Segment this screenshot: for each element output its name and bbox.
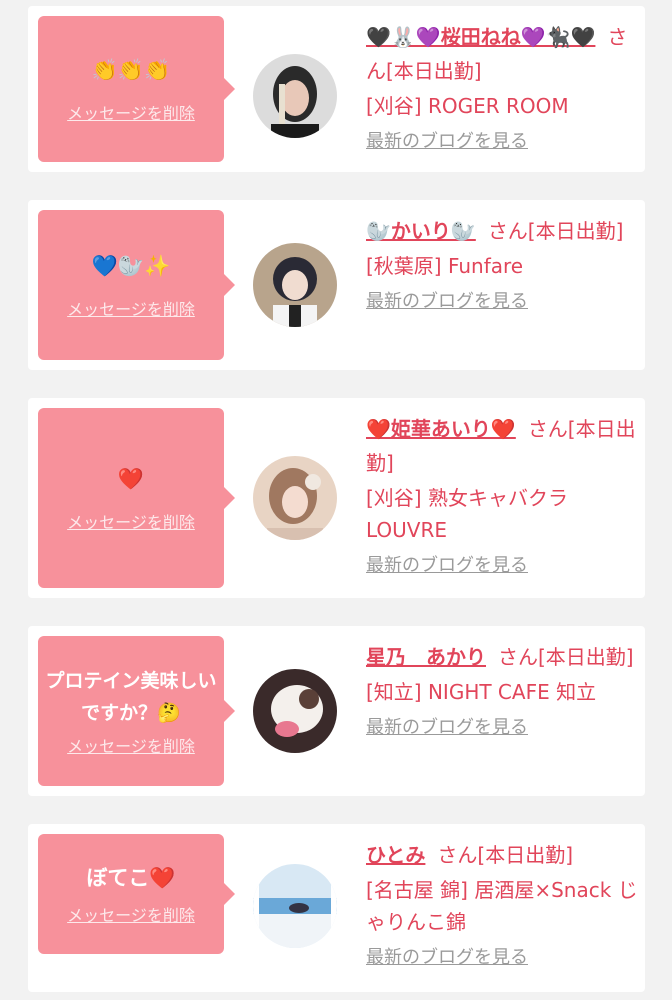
message-bubble: プロテイン美味しいですか？🤔 メッセージを削除 xyxy=(38,636,235,786)
delete-message-link[interactable]: メッセージを削除 xyxy=(67,296,195,320)
avatar[interactable] xyxy=(253,669,337,753)
girl-card: ❤️ メッセージを削除 ❤️姫華あいり❤️ さん[本日出勤] [刈谷] 熟女キャバ… xyxy=(28,398,645,598)
girl-card: ぼてこ❤️ メッセージを削除 ひとみ さん[本日出勤] [名古屋 錦] 居酒屋×S… xyxy=(28,824,645,992)
girl-info: ひとみ さん[本日出勤] [名古屋 錦] 居酒屋×Snack じゃりんこ錦 最新の… xyxy=(366,838,638,972)
shop-text: [刈谷] ROGER ROOM xyxy=(366,94,569,118)
status-text: さん[本日出勤] xyxy=(487,219,624,243)
avatar-photo xyxy=(253,54,337,138)
avatar[interactable] xyxy=(253,54,337,138)
message-bubble: ぼてこ❤️ メッセージを削除 xyxy=(38,834,235,954)
avatar-photo xyxy=(253,243,337,327)
delete-message-link[interactable]: メッセージを削除 xyxy=(67,100,195,124)
avatar-photo xyxy=(253,456,337,540)
girl-info: 星乃 あかり さん[本日出勤] [知立] NIGHT CAFE 知立 最新のブログ… xyxy=(366,640,638,742)
girl-info: ❤️姫華あいり❤️ さん[本日出勤] [刈谷] 熟女キャバクラ LOUVRE 最新… xyxy=(366,412,638,580)
girl-card: プロテイン美味しいですか？🤔 メッセージを削除 星乃 あかり さん[本日出勤] [… xyxy=(28,626,645,796)
message-text: プロテイン美味しいですか？🤔 xyxy=(45,670,217,724)
latest-blog-link[interactable]: 最新のブログを見る xyxy=(366,714,528,742)
delete-message-link[interactable]: メッセージを削除 xyxy=(67,509,195,533)
avatar[interactable] xyxy=(253,864,337,948)
delete-message-link[interactable]: メッセージを削除 xyxy=(67,733,195,757)
shop-text: [刈谷] 熟女キャバクラ LOUVRE xyxy=(366,486,568,542)
message-bubble: 👏👏👏 メッセージを削除 xyxy=(38,16,235,162)
avatar[interactable] xyxy=(253,243,337,327)
girl-name-link[interactable]: ひとみ xyxy=(366,843,425,867)
girl-card: 💙🦭✨ メッセージを削除 🦭かいり🦭 さん[本日出勤] [秋葉原] Funfare… xyxy=(28,200,645,370)
girl-name-link[interactable]: 星乃 あかり xyxy=(366,645,486,669)
girl-info: 🦭かいり🦭 さん[本日出勤] [秋葉原] Funfare 最新のブログを見る xyxy=(366,214,638,316)
girl-name-link[interactable]: ❤️姫華あいり❤️ xyxy=(366,417,516,441)
shop-text: [知立] NIGHT CAFE 知立 xyxy=(366,680,597,704)
message-text: 💙🦭✨ xyxy=(91,254,171,278)
message-text: 👏👏👏 xyxy=(91,58,171,82)
girl-card: 👏👏👏 メッセージを削除 🖤🐰💜桜田ねね💜🐈‍⬛🖤 さん[本日出勤] [刈谷] R… xyxy=(28,6,645,172)
shop-text: [名古屋 錦] 居酒屋×Snack じゃりんこ錦 xyxy=(366,878,638,934)
latest-blog-link[interactable]: 最新のブログを見る xyxy=(366,552,528,580)
latest-blog-link[interactable]: 最新のブログを見る xyxy=(366,128,528,156)
latest-blog-link[interactable]: 最新のブログを見る xyxy=(366,288,528,316)
shop-text: [秋葉原] Funfare xyxy=(366,254,524,278)
status-text: さん[本日出勤] xyxy=(437,843,574,867)
delete-message-link[interactable]: メッセージを削除 xyxy=(67,902,195,926)
message-bubble: 💙🦭✨ メッセージを削除 xyxy=(38,210,235,360)
status-text: さん[本日出勤] xyxy=(498,645,634,669)
avatar-photo xyxy=(253,669,337,753)
message-text: ❤️ xyxy=(117,467,145,491)
avatar[interactable] xyxy=(253,456,337,540)
avatar-photo xyxy=(253,864,337,948)
message-bubble: ❤️ メッセージを削除 xyxy=(38,408,235,588)
girl-name-link[interactable]: 🦭かいり🦭 xyxy=(366,219,476,243)
girl-name-link[interactable]: 🖤🐰💜桜田ねね💜🐈‍⬛🖤 xyxy=(366,25,595,49)
girl-info: 🖤🐰💜桜田ねね💜🐈‍⬛🖤 さん[本日出勤] [刈谷] ROGER ROOM 最新の… xyxy=(366,20,638,156)
message-text: ぼてこ❤️ xyxy=(86,866,176,890)
latest-blog-link[interactable]: 最新のブログを見る xyxy=(366,944,528,972)
